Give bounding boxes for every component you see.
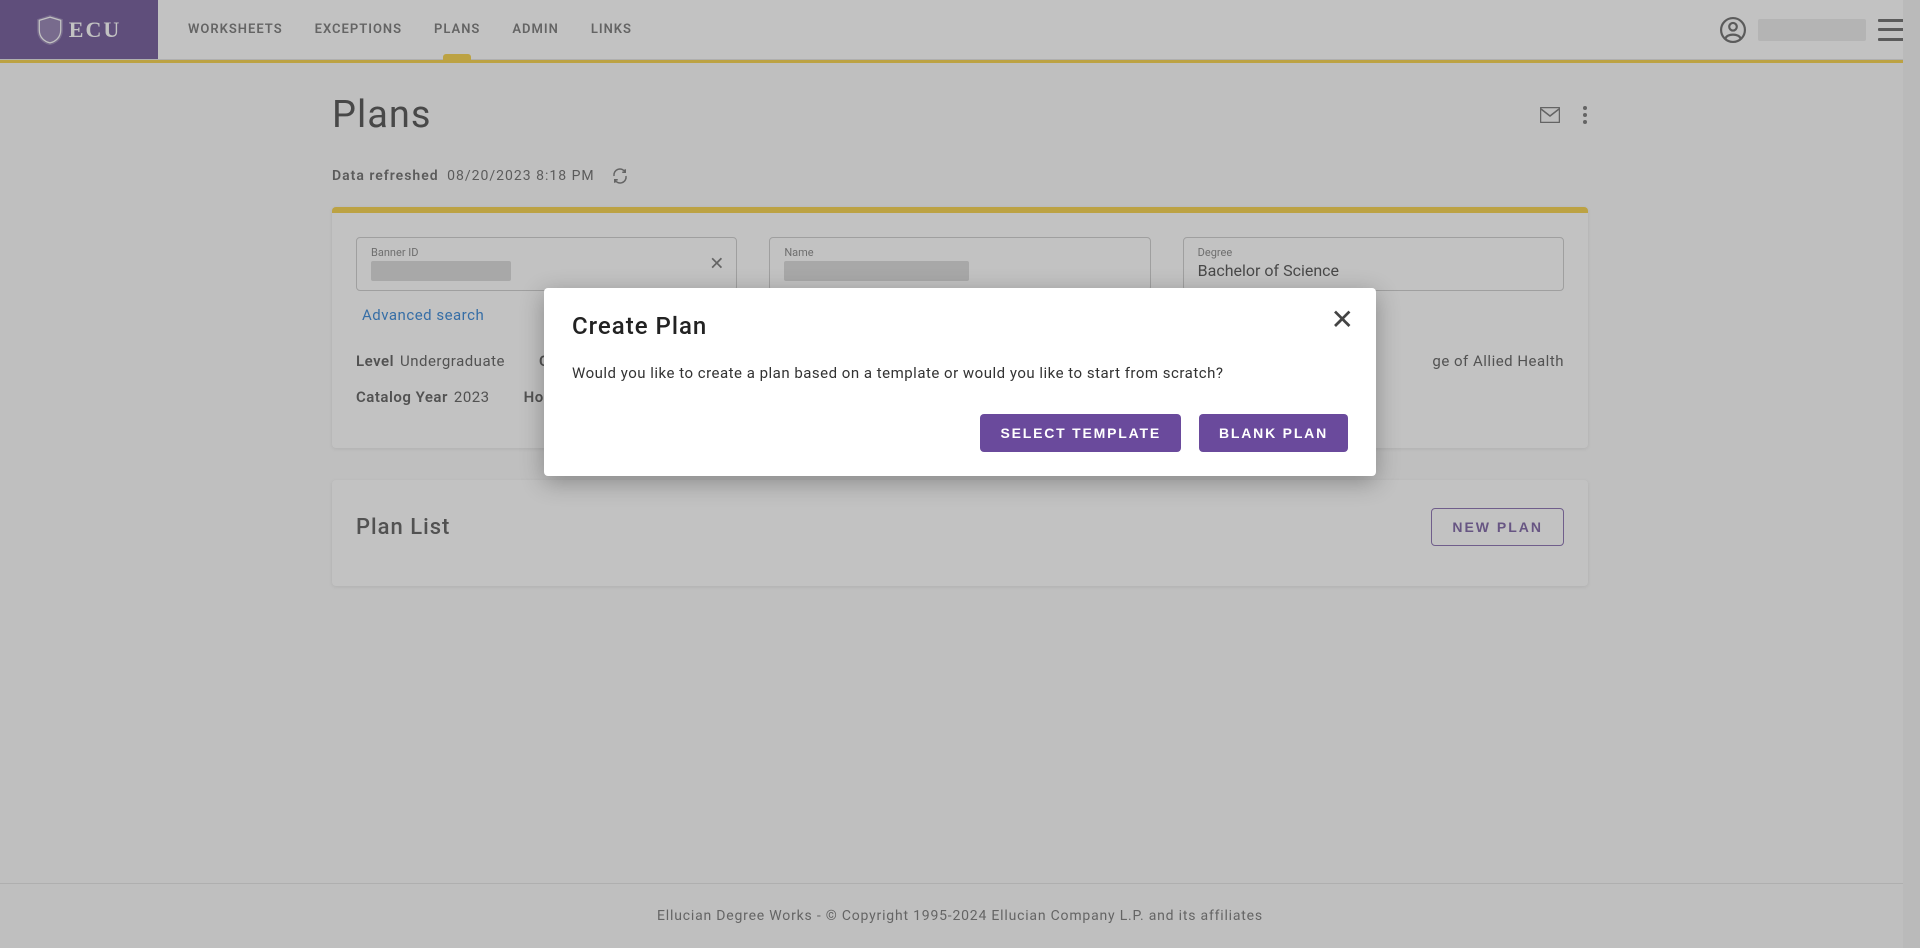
close-icon[interactable]: ✕ (1331, 306, 1354, 334)
create-plan-modal: Create Plan ✕ Would you like to create a… (544, 288, 1376, 476)
blank-plan-button[interactable]: BLANK PLAN (1199, 414, 1348, 452)
modal-overlay[interactable]: Create Plan ✕ Would you like to create a… (0, 0, 1920, 948)
modal-title: Create Plan (572, 312, 1348, 340)
modal-body-text: Would you like to create a plan based on… (572, 364, 1348, 382)
select-template-button[interactable]: SELECT TEMPLATE (980, 414, 1181, 452)
